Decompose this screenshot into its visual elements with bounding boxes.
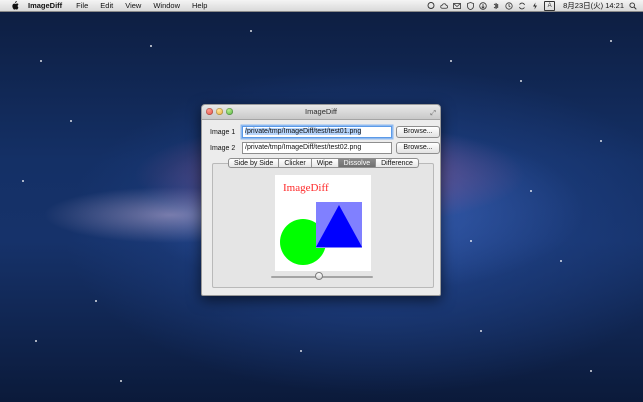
- window-controls: [206, 108, 233, 115]
- download-icon[interactable]: [479, 1, 487, 10]
- tab-clicker[interactable]: Clicker: [279, 158, 312, 168]
- menu-file[interactable]: File: [76, 0, 88, 11]
- image2-path-field[interactable]: /private/tmp/ImageDiff/test/test02.png: [242, 142, 392, 154]
- bluetooth-icon[interactable]: [492, 2, 500, 9]
- time-machine-icon[interactable]: [505, 1, 513, 10]
- status-area: A 8月23日(火) 14:21: [427, 0, 637, 11]
- spotlight-search-icon[interactable]: [629, 1, 637, 10]
- view-mode-tabs: Side by Side Clicker Wipe Dissolve Diffe…: [228, 158, 419, 168]
- menu-bar: ImageDiff File Edit View Window Help A 8…: [0, 0, 643, 12]
- menu-view[interactable]: View: [125, 0, 141, 11]
- input-method-icon[interactable]: A: [544, 0, 556, 11]
- zoom-button[interactable]: [226, 108, 233, 115]
- menu-clock[interactable]: 8月23日(火) 14:21: [563, 0, 624, 11]
- shield-icon[interactable]: [466, 1, 474, 10]
- mail-icon[interactable]: [453, 2, 462, 9]
- battery-icon[interactable]: [531, 2, 539, 9]
- image2-row: Image 2 /private/tmp/ImageDiff/test/test…: [210, 142, 440, 154]
- menu-app-name[interactable]: ImageDiff: [28, 0, 62, 11]
- image2-browse-button[interactable]: Browse...: [396, 142, 440, 154]
- fullscreen-icon[interactable]: ⤢: [430, 107, 436, 121]
- dissolve-pane: ImageDiff: [212, 163, 434, 288]
- menu-edit[interactable]: Edit: [100, 0, 113, 11]
- dissolve-slider-knob[interactable]: [315, 272, 324, 280]
- imagediff-window: ImageDiff ⤢ Image 1 /private/tmp/ImageDi…: [201, 104, 441, 296]
- window-title: ImageDiff: [305, 107, 337, 116]
- close-button[interactable]: [206, 108, 213, 115]
- image1-path-field[interactable]: /private/tmp/ImageDiff/test/test01.png: [242, 126, 392, 138]
- display-icon[interactable]: [427, 2, 435, 9]
- preview-text: ImageDiff: [283, 182, 329, 194]
- tab-difference[interactable]: Difference: [376, 158, 419, 168]
- image1-browse-button[interactable]: Browse...: [396, 126, 440, 138]
- menu-window[interactable]: Window: [153, 0, 180, 11]
- image2-label: Image 2: [210, 144, 236, 152]
- image1-label: Image 1: [210, 128, 236, 136]
- tab-dissolve[interactable]: Dissolve: [338, 158, 377, 168]
- dissolve-preview-canvas: ImageDiff: [275, 175, 371, 271]
- sync-icon[interactable]: [518, 2, 526, 9]
- apple-menu-icon[interactable]: [10, 1, 19, 10]
- window-titlebar[interactable]: ImageDiff ⤢: [202, 105, 440, 120]
- cloud-icon[interactable]: [440, 2, 449, 9]
- image1-row: Image 1 /private/tmp/ImageDiff/test/test…: [210, 126, 440, 138]
- menu-help[interactable]: Help: [192, 0, 207, 11]
- tab-wipe[interactable]: Wipe: [311, 158, 339, 168]
- tab-side-by-side[interactable]: Side by Side: [228, 158, 280, 168]
- image1-path-text: /private/tmp/ImageDiff/test/test01.png: [245, 128, 362, 135]
- minimize-button[interactable]: [216, 108, 223, 115]
- dissolve-slider[interactable]: [271, 272, 373, 280]
